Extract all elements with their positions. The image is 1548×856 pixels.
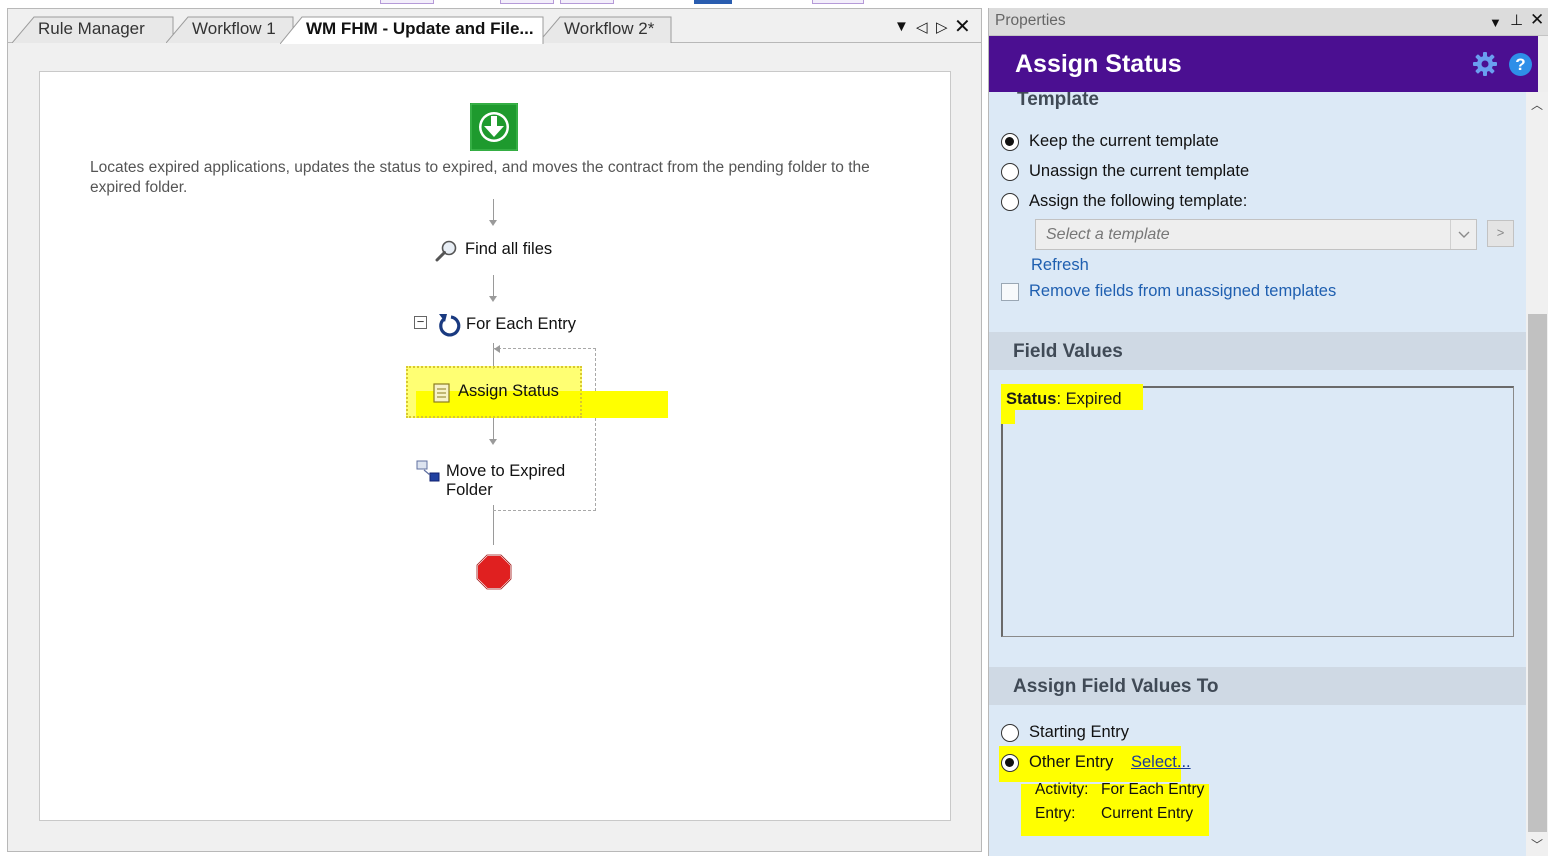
step-assign-label: Assign Status [458, 382, 559, 400]
move-entry-icon [416, 460, 440, 482]
scroll-right-icon[interactable]: ▷ [936, 18, 948, 36]
tab-workflow-1[interactable]: Workflow 1 [166, 16, 294, 43]
properties-title: Assign Status [1015, 50, 1182, 78]
document-tab-strip: Rule Manager Workflow 1 Workflow 2* WM F… [8, 9, 981, 44]
field-values-section-heading: Field Values [989, 332, 1526, 370]
field-name: Status [1006, 390, 1057, 408]
entry-value: Current Entry [1101, 805, 1194, 822]
field-values-list[interactable] [1001, 386, 1514, 637]
help-icon[interactable]: ? [1509, 53, 1532, 76]
chevron-down-icon[interactable] [1450, 220, 1476, 249]
radio-starting-entry-indicator[interactable] [1001, 723, 1019, 742]
template-more-button[interactable]: > [1487, 220, 1514, 247]
pin-icon[interactable]: ⊥ [1510, 11, 1523, 29]
tab-rule-manager[interactable]: Rule Manager [12, 16, 174, 43]
tab-workflow-2[interactable]: Workflow 2* [538, 16, 672, 43]
workflow-stop-icon[interactable] [476, 554, 512, 590]
properties-scrollbar[interactable]: ︿ ﹀ [1526, 92, 1548, 856]
panel-menu-icon[interactable]: ▼ [1489, 15, 1502, 30]
radio-keep-template[interactable]: Keep the current template [1001, 132, 1219, 151]
scroll-up-icon[interactable]: ︿ [1531, 96, 1543, 113]
radio-unassign-template[interactable]: Unassign the current template [1001, 162, 1249, 181]
step-move-label-2: Folder [446, 481, 493, 499]
radio-other-entry[interactable]: Other Entry [1001, 753, 1113, 772]
field-value-row[interactable]: Status: Expired [1006, 390, 1122, 409]
template-select[interactable]: Select a template [1035, 219, 1477, 250]
radio-assign-template[interactable]: Assign the following template: [1001, 192, 1247, 211]
properties-content: Template Keep the current template Unass… [989, 92, 1526, 856]
properties-title-bar: Assign Status ? [989, 36, 1538, 92]
radio-other-entry-indicator[interactable] [1001, 753, 1019, 772]
annotation-highlight-field-tail [1001, 410, 1015, 424]
workflow-description: Locates expired applications, updates th… [90, 159, 870, 196]
step-move-label-1: Move to Expired [446, 462, 566, 480]
loop-arrow-icon [494, 345, 500, 353]
scrollbar-thumb[interactable] [1528, 314, 1547, 832]
step-find-label: Find all files [465, 240, 553, 258]
workflow-designer-panel: Rule Manager Workflow 1 Workflow 2* WM F… [7, 8, 982, 852]
template-select-placeholder: Select a template [1046, 226, 1170, 243]
collapse-icon[interactable]: − [414, 315, 427, 329]
field-separator: : [1056, 390, 1062, 408]
refresh-link[interactable]: Refresh [1031, 256, 1089, 275]
properties-panel: Properties ▼ ⊥ ✕ Assign Status ? Templat… [988, 8, 1548, 856]
workflow-start-icon[interactable] [470, 103, 518, 151]
gear-icon[interactable] [1472, 51, 1498, 77]
assign-to-section-heading: Assign Field Values To [989, 667, 1526, 705]
remove-fields-label[interactable]: Remove fields from unassigned templates [1029, 282, 1336, 301]
tab-list-dropdown-icon[interactable]: ▼ [894, 18, 909, 35]
radio-keep-template-indicator[interactable] [1001, 132, 1019, 151]
remove-fields-checkbox[interactable] [1001, 283, 1019, 301]
properties-header: Properties ▼ ⊥ ✕ [989, 8, 1548, 36]
step-assign-status[interactable]: Assign Status [406, 366, 582, 418]
step-foreach-label: For Each Entry [466, 315, 577, 333]
radio-unassign-template-indicator[interactable] [1001, 162, 1019, 181]
close-document-icon[interactable]: ✕ [954, 14, 971, 39]
search-icon [435, 240, 457, 262]
scroll-left-icon[interactable]: ◁ [916, 18, 928, 36]
workflow-canvas[interactable]: Locates expired applications, updates th… [39, 71, 951, 821]
close-panel-icon[interactable]: ✕ [1530, 10, 1544, 30]
loop-icon [439, 314, 461, 337]
radio-starting-entry[interactable]: Starting Entry [1001, 723, 1129, 742]
activity-value: For Each Entry [1101, 781, 1205, 798]
assign-field-icon [433, 383, 450, 403]
template-section-heading: Template [1017, 92, 1100, 110]
activity-label: Activity: [1035, 781, 1089, 798]
radio-assign-template-indicator[interactable] [1001, 192, 1019, 211]
toolbar-remnant [0, 0, 1548, 6]
tab-wm-fhm-update[interactable]: WM FHM - Update and File... [280, 16, 544, 44]
properties-header-title: Properties [995, 12, 1066, 29]
field-value: Expired [1065, 390, 1122, 408]
entry-label: Entry: [1035, 805, 1076, 822]
scroll-down-icon[interactable]: ﹀ [1531, 836, 1543, 853]
select-entry-link[interactable]: Select... [1131, 753, 1191, 772]
